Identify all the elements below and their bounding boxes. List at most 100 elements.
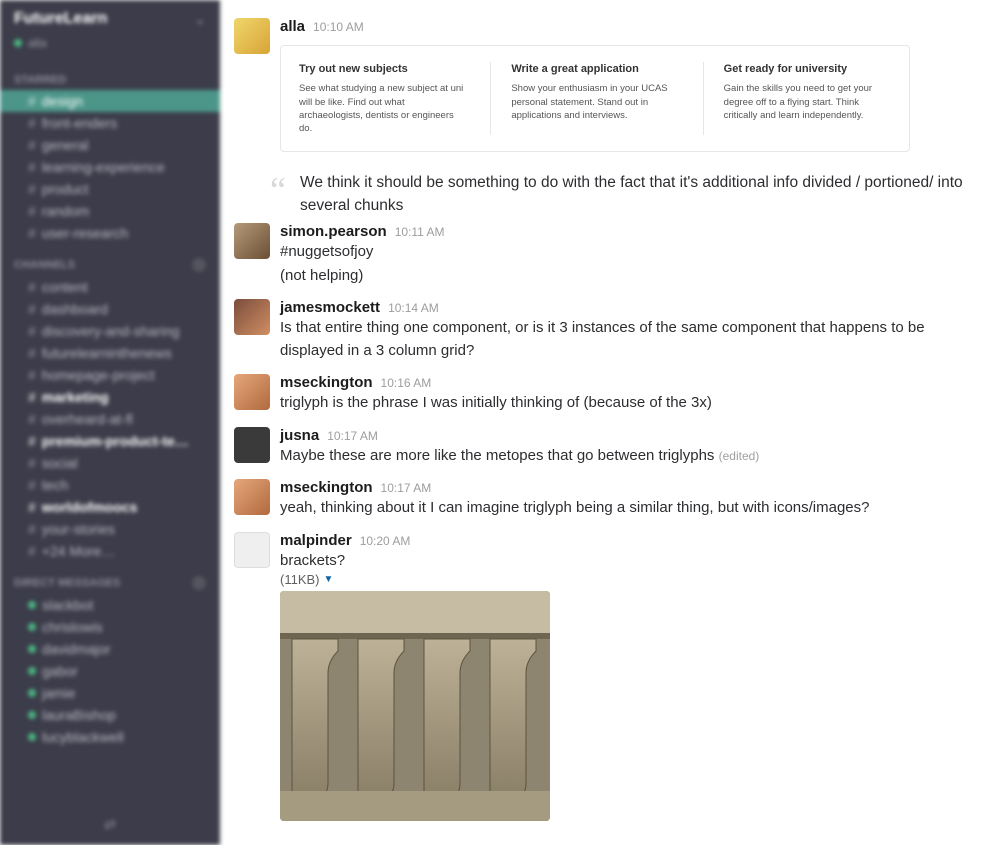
message[interactable]: simon.pearson 10:11 AM #nuggetsofjoy (no… <box>220 217 992 293</box>
sender-name[interactable]: jusna <box>280 427 319 444</box>
avatar[interactable] <box>234 427 270 463</box>
message-text: Maybe these are more like the metopes th… <box>280 445 974 468</box>
sidebar-footer: ⇄ <box>0 804 220 845</box>
hash-icon: # <box>28 367 36 383</box>
message-text: #nuggetsofjoy <box>280 241 974 264</box>
card-title: Get ready for university <box>724 62 891 76</box>
sidebar-item-channel[interactable]: # futurelearninthenews <box>0 342 220 364</box>
presence-dot-icon <box>14 39 22 47</box>
sidebar-item-dm[interactable]: slackbot <box>0 594 220 616</box>
message-text: Maybe these are more like the metopes th… <box>280 447 714 464</box>
chevron-down-icon[interactable]: ▼ <box>324 574 334 585</box>
sidebar-item-dm[interactable]: lucyblackwell <box>0 726 220 748</box>
timestamp[interactable]: 10:17 AM <box>381 481 432 495</box>
sidebar-item-dm-label: davidmajor <box>42 641 110 657</box>
user-presence[interactable]: alla <box>0 36 220 60</box>
sidebar-item-channel[interactable]: #your-stories <box>0 518 220 540</box>
sidebar-item-channel[interactable]: #overheard-at-fl <box>0 408 220 430</box>
sidebar-item-channel[interactable]: #premium-product-te… <box>0 430 220 452</box>
sidebar-item-channel-label: worldofmoocs <box>42 499 138 515</box>
sidebar-item-channel[interactable]: # +24 More… <box>0 540 220 562</box>
sender-name[interactable]: mseckington <box>280 479 373 496</box>
hash-icon: # <box>28 159 36 175</box>
image-attachment-card[interactable]: Try out new subjects See what studying a… <box>280 45 910 152</box>
avatar[interactable] <box>234 374 270 410</box>
sidebar-item-channel[interactable]: #discovery-and-sharing <box>0 320 220 342</box>
avatar[interactable] <box>234 479 270 515</box>
avatar[interactable] <box>234 299 270 335</box>
sidebar-item-channel-label: futurelearninthenews <box>42 345 172 361</box>
sidebar-item-dm-label: slackbot <box>42 597 93 613</box>
message[interactable]: mseckington 10:16 AM triglyph is the phr… <box>220 368 992 421</box>
sidebar-item-dm-label: chrislowis <box>42 619 103 635</box>
section-header-starred[interactable]: STARRED <box>0 60 220 90</box>
sender-name[interactable]: malpinder <box>280 532 352 549</box>
sidebar-item-channel[interactable]: #social <box>0 452 220 474</box>
presence-dot-icon <box>28 689 36 697</box>
sender-name[interactable]: jamesmockett <box>280 299 380 316</box>
message[interactable]: alla 10:10 AM Try out new subjects See w… <box>220 12 992 162</box>
sidebar-item-channel[interactable]: #worldofmoocs <box>0 496 220 518</box>
timestamp[interactable]: 10:10 AM <box>313 20 364 34</box>
sidebar-item-channel[interactable]: #dashboard <box>0 298 220 320</box>
sidebar-item-channel[interactable]: #tech <box>0 474 220 496</box>
sidebar-item-dm-label: lucyblackwell <box>42 729 124 745</box>
card-column: Write a great application Show your enth… <box>490 62 678 135</box>
avatar[interactable] <box>234 532 270 568</box>
image-attachment[interactable] <box>280 591 550 821</box>
starred-list: #design#front-enders#general#learning-ex… <box>0 90 220 244</box>
sidebar-item-dm[interactable]: jamie <box>0 682 220 704</box>
shuffle-icon[interactable]: ⇄ <box>104 816 116 832</box>
presence-dot-icon <box>28 601 36 609</box>
hash-icon: # <box>28 477 36 493</box>
sender-name[interactable]: simon.pearson <box>280 223 387 240</box>
timestamp[interactable]: 10:17 AM <box>327 429 378 443</box>
avatar[interactable] <box>234 223 270 259</box>
sidebar-item-starred[interactable]: #general <box>0 134 220 156</box>
sidebar-item-channel[interactable]: #marketing <box>0 386 220 408</box>
section-header-channels[interactable]: CHANNELS <box>0 244 220 276</box>
sidebar-item-starred[interactable]: # user-research <box>0 222 220 244</box>
sidebar-item-starred[interactable]: #front-enders <box>0 112 220 134</box>
sidebar-item-dm-label: lauraBishop <box>42 707 116 723</box>
sidebar-item-dm[interactable]: gabor <box>0 660 220 682</box>
chevron-down-icon: ⌄ <box>194 11 206 28</box>
timestamp[interactable]: 10:14 AM <box>388 301 439 315</box>
sidebar-item-starred-label: random <box>42 203 89 219</box>
section-header-dms[interactable]: DIRECT MESSAGES <box>0 562 220 594</box>
message-text: Is that entire thing one component, or i… <box>280 317 974 362</box>
file-size[interactable]: (11KB) ▼ <box>280 572 974 587</box>
sender-name[interactable]: mseckington <box>280 374 373 391</box>
hash-icon: # <box>28 225 36 241</box>
sidebar-item-channel[interactable]: #homepage-project <box>0 364 220 386</box>
sidebar-item-dm[interactable]: lauraBishop <box>0 704 220 726</box>
plus-icon[interactable] <box>192 258 206 272</box>
hash-icon: # <box>28 279 36 295</box>
workspace-button[interactable]: FutureLearn ⌄ <box>0 0 220 36</box>
message[interactable]: jamesmockett 10:14 AM Is that entire thi… <box>220 293 992 368</box>
plus-icon[interactable] <box>192 576 206 590</box>
message[interactable]: malpinder 10:20 AM brackets? (11KB) ▼ <box>220 526 992 828</box>
hash-icon: # <box>28 345 36 361</box>
sidebar-item-channel-label: +24 More… <box>42 543 116 559</box>
quote-text: We think it should be something to do wi… <box>300 172 992 217</box>
sidebar-item-starred-label: user-research <box>42 225 128 241</box>
sidebar-item-starred[interactable]: #product <box>0 178 220 200</box>
message[interactable]: jusna 10:17 AM Maybe these are more like… <box>220 421 992 474</box>
sidebar-item-channel-label: dashboard <box>42 301 108 317</box>
sender-name[interactable]: alla <box>280 18 305 35</box>
sidebar-item-channel[interactable]: #content <box>0 276 220 298</box>
hash-icon: # <box>28 543 36 559</box>
sidebar-item-starred[interactable]: #design <box>0 90 220 112</box>
timestamp[interactable]: 10:11 AM <box>395 225 445 239</box>
sidebar-item-dm[interactable]: davidmajor <box>0 638 220 660</box>
avatar[interactable] <box>234 18 270 54</box>
hash-icon: # <box>28 115 36 131</box>
starred-label: STARRED <box>14 74 66 86</box>
timestamp[interactable]: 10:16 AM <box>381 376 432 390</box>
sidebar-item-starred[interactable]: #learning-experience <box>0 156 220 178</box>
sidebar-item-starred[interactable]: #random <box>0 200 220 222</box>
timestamp[interactable]: 10:20 AM <box>360 534 411 548</box>
sidebar-item-dm[interactable]: chrislowis <box>0 616 220 638</box>
message[interactable]: mseckington 10:17 AM yeah, thinking abou… <box>220 473 992 526</box>
